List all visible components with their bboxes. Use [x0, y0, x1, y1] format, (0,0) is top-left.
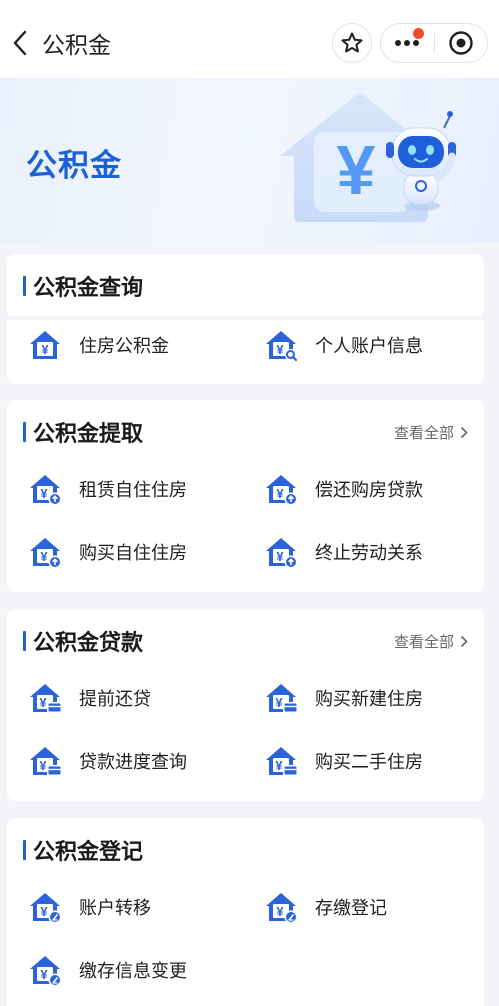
house-yuan-edit-icon: ¥ [27, 889, 63, 925]
svg-text:¥: ¥ [40, 967, 48, 982]
section-card-register: 公积金登记 ¥ 账户转移 ¥ 存缴登记 ¥ 缴存信息变更 [7, 818, 484, 1006]
service-item-label: 终止劳动关系 [315, 543, 423, 564]
svg-text:¥: ¥ [41, 342, 49, 357]
page-title: 公积金 [42, 33, 111, 59]
service-item-deposit-info-change[interactable]: ¥ 缴存信息变更 [27, 945, 187, 995]
section-header: 公积金贷款 查看全部 [7, 609, 484, 667]
house-yuan-edit-icon: ¥ [27, 952, 63, 988]
section-title: 公积金查询 [33, 276, 144, 301]
section-title: 公积金贷款 [33, 631, 144, 656]
svg-text:¥: ¥ [40, 904, 48, 919]
section-header: 公积金查询 [7, 254, 484, 312]
service-item-label: 租赁自住住房 [79, 480, 187, 501]
svg-text:¥: ¥ [276, 342, 284, 357]
navigation-bar: 公积金 [0, 0, 499, 86]
house-yuan-withdraw-icon: ¥ [263, 534, 299, 570]
section-title: 公积金登记 [33, 840, 144, 865]
see-all-label: 查看全部 [393, 424, 454, 442]
service-item-label: 存缴登记 [315, 898, 387, 919]
svg-text:¥: ¥ [40, 549, 48, 564]
svg-text:¥: ¥ [276, 486, 284, 501]
service-item-label: 缴存信息变更 [79, 961, 187, 982]
house-yuan-withdraw-icon: ¥ [27, 534, 63, 570]
see-all-link[interactable]: 查看全部 [394, 631, 468, 652]
section-accent-bar [23, 631, 26, 651]
house-yuan-withdraw-icon: ¥ [27, 471, 63, 507]
house-yuan-card-icon: ¥ [27, 680, 63, 716]
house-robot-illustration: ¥ [280, 92, 456, 222]
house-yuan-withdraw-icon: ¥ [263, 471, 299, 507]
house-yuan-card-icon: ¥ [27, 743, 63, 779]
target-circle-icon [449, 31, 473, 55]
svg-text:¥: ¥ [276, 549, 284, 564]
notification-dot [412, 28, 424, 39]
back-button[interactable] [6, 28, 34, 58]
section-header: 公积金提取 查看全部 [7, 400, 484, 458]
see-all-label: 查看全部 [393, 633, 454, 651]
svg-text:¥: ¥ [39, 695, 47, 710]
service-item-buy-housing[interactable]: ¥ 购买自住住房 [27, 527, 187, 577]
service-item-label: 购买新建住房 [315, 689, 423, 710]
mini-program-capsule [380, 23, 488, 63]
more-dots-icon [395, 40, 420, 46]
banner-title: 公积金 [26, 148, 122, 184]
service-item-loan-progress[interactable]: ¥ 贷款进度查询 [27, 736, 187, 786]
service-item-label: 个人账户信息 [315, 336, 423, 357]
see-all-link[interactable]: 查看全部 [394, 422, 468, 443]
service-item-label: 住房公积金 [79, 336, 169, 357]
svg-text:¥: ¥ [275, 695, 283, 710]
service-item-buy-second-hand[interactable]: ¥ 购买二手住房 [263, 736, 423, 786]
service-item-rent-housing[interactable]: ¥ 租赁自住住房 [27, 464, 187, 514]
section-card-loan: 公积金贷款 查看全部 ¥ 提前还贷 ¥ 购买新建住房 ¥ 贷款进度查询 ¥ 购买… [7, 609, 484, 801]
service-item-repay-mortgage[interactable]: ¥ 偿还购房贷款 [263, 464, 423, 514]
close-mini-program-button[interactable] [434, 24, 487, 62]
svg-text:¥: ¥ [40, 486, 48, 501]
service-item-buy-new-housing[interactable]: ¥ 购买新建住房 [263, 673, 423, 723]
svg-text:¥: ¥ [275, 758, 283, 773]
svg-text:¥: ¥ [39, 758, 47, 773]
service-item-early-repayment[interactable]: ¥ 提前还贷 [27, 673, 151, 723]
section-card-withdraw: 公积金提取 查看全部 ¥ 租赁自住住房 ¥ 偿还购房贷款 ¥ 购买自住住房 ¥ … [7, 400, 484, 592]
service-item-terminate-employment[interactable]: ¥ 终止劳动关系 [263, 527, 423, 577]
section-accent-bar [23, 276, 26, 296]
svg-text:¥: ¥ [276, 904, 284, 919]
hero-banner: 公积金 ¥ [0, 78, 499, 242]
chevron-left-icon [13, 30, 27, 56]
banner-yuan-symbol: ¥ [337, 131, 376, 209]
service-item-account-transfer[interactable]: ¥ 账户转移 [27, 882, 151, 932]
service-item-label: 偿还购房贷款 [315, 480, 423, 501]
service-item-label: 账户转移 [79, 898, 151, 919]
chevron-right-icon [460, 426, 468, 439]
service-item-label: 提前还贷 [79, 689, 151, 710]
house-yuan-icon: ¥ [27, 327, 63, 363]
house-yuan-search-icon: ¥ [263, 327, 299, 363]
service-item-personal-account[interactable]: ¥ 个人账户信息 [263, 320, 423, 370]
star-icon [341, 32, 363, 53]
section-card-query-items: ¥ 住房公积金 ¥ 个人账户信息 [7, 320, 484, 384]
house-yuan-edit-icon: ¥ [263, 889, 299, 925]
house-yuan-card-icon: ¥ [263, 743, 299, 779]
service-item-deposit-registration[interactable]: ¥ 存缴登记 [263, 882, 387, 932]
house-yuan-card-icon: ¥ [263, 680, 299, 716]
section-accent-bar [23, 840, 26, 860]
section-title: 公积金提取 [33, 422, 144, 447]
favorite-button[interactable] [332, 23, 372, 63]
section-header: 公积金登记 [7, 818, 484, 876]
service-item-housing-fund[interactable]: ¥ 住房公积金 [27, 320, 169, 370]
service-item-label: 购买二手住房 [315, 752, 423, 773]
more-button[interactable] [381, 24, 434, 62]
chevron-right-icon [460, 635, 468, 648]
service-item-label: 贷款进度查询 [79, 752, 187, 773]
service-item-label: 购买自住住房 [79, 543, 187, 564]
section-card-query: 公积金查询 [7, 254, 484, 318]
section-accent-bar [23, 422, 26, 442]
